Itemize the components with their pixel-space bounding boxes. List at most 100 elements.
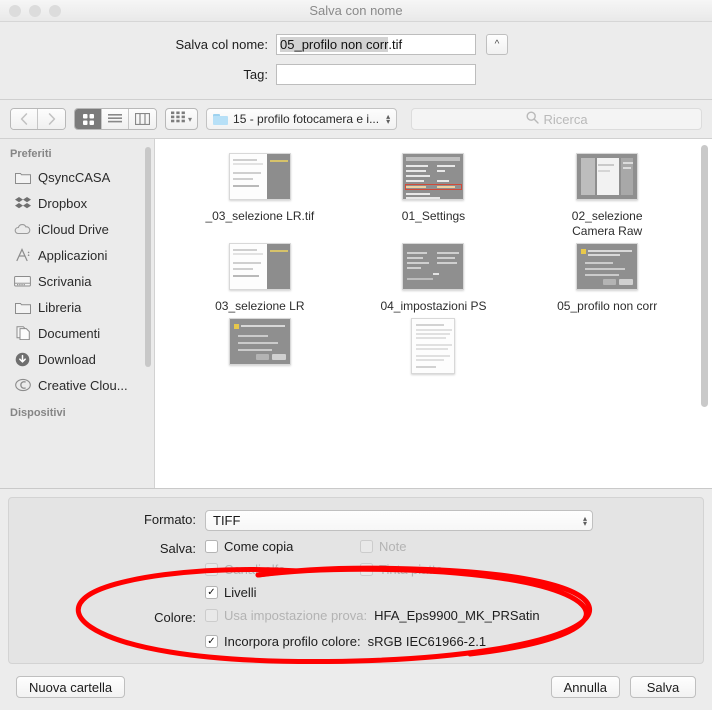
filename-input[interactable]: 05_profilo non corr .tif	[276, 34, 476, 55]
file-item[interactable]: 05_profilo non corr	[520, 243, 694, 314]
sidebar-item-label: Documenti	[38, 325, 101, 341]
embed-profile-line: ✓ Incorpora profilo colore: sRGB IEC6196…	[205, 634, 540, 649]
folder-icon	[14, 299, 31, 315]
proof-profile-value: HFA_Eps9900_MK_PRSatin	[374, 608, 540, 623]
filename-label: Salva col nome:	[175, 37, 269, 52]
save-as-dialog: Salva con nome Salva col nome: 05_profil…	[0, 0, 712, 710]
arrange-by-icon	[171, 110, 185, 128]
file-thumbnail	[402, 153, 465, 200]
file-item[interactable]: _03_selezione LR.tif	[173, 153, 347, 239]
proof-setting-line: Usa impostazione prova: HFA_Eps9900_MK_P…	[205, 608, 540, 623]
save-checkbox-group: Come copia Note Canali alfa Tinta piatta	[205, 539, 515, 600]
file-item[interactable]: 04_impostazioni PS	[347, 243, 521, 314]
chevron-left-icon[interactable]	[11, 109, 38, 129]
applications-icon	[14, 247, 31, 263]
navigation-buttons	[10, 108, 66, 130]
sidebar-item-scrivania[interactable]: Scrivania	[0, 268, 154, 294]
sidebar-item-dropbox[interactable]: Dropbox	[0, 190, 154, 216]
filename-selected-text: 05_profilo non corr	[280, 37, 389, 52]
checkbox-tinta-piatta: Tinta piatta	[360, 562, 515, 577]
format-select[interactable]: TIFF ▴ ▾	[205, 510, 593, 531]
checkbox-label: Canali alfa	[224, 562, 286, 577]
icon-view-icon[interactable]	[75, 109, 102, 129]
checkbox-livelli[interactable]: ✓ Livelli	[205, 585, 360, 600]
format-label: Formato:	[143, 512, 196, 527]
name-fields-area: Salva col nome: 05_profilo non corr .tif …	[0, 22, 712, 100]
file-label: 03_selezione LR	[215, 299, 305, 313]
checkbox-canali-alfa: Canali alfa	[205, 562, 360, 577]
checkbox-label: Note	[379, 539, 407, 554]
file-item[interactable]: 01_Settings	[347, 153, 521, 239]
file-item[interactable]: 02_selezione Camera Raw	[520, 153, 694, 239]
file-thumbnail	[228, 243, 291, 290]
sidebar-item-download[interactable]: Download	[0, 346, 154, 372]
documents-icon	[14, 325, 31, 341]
sidebar-item-label: QsyncCASA	[38, 169, 111, 185]
checkbox-line: ✓ Livelli	[205, 585, 515, 600]
sidebar-item-icloud-drive[interactable]: iCloud Drive	[0, 216, 154, 242]
file-label: 04_impostazioni PS	[380, 299, 487, 313]
sidebar-section-dispositivi: Dispositivi	[10, 407, 66, 419]
sidebar-item-label: iCloud Drive	[38, 221, 109, 237]
filename-extension: .tif	[388, 37, 403, 52]
tag-row: Tag:	[0, 64, 712, 85]
file-item[interactable]: 03_selezione LR	[173, 243, 347, 314]
file-area-scrollbar[interactable]	[701, 145, 708, 407]
sidebar-section-preferiti: Preferiti	[10, 148, 52, 160]
dropbox-icon	[14, 195, 31, 211]
tag-input[interactable]	[276, 64, 476, 85]
path-popup-label: 15 - profilo fotocamera e i...	[233, 112, 380, 126]
chevron-down-icon: ▾	[188, 114, 193, 124]
color-row: Colore: Usa impostazione prova: HFA_Eps9…	[9, 608, 703, 649]
checkbox-box	[205, 609, 218, 622]
download-icon	[14, 351, 31, 367]
checkbox-box	[360, 563, 373, 576]
checkbox-line: Come copia Note	[205, 539, 515, 554]
new-folder-button[interactable]: Nuova cartella	[16, 676, 126, 698]
sidebar-item-libreria[interactable]: Libreria	[0, 294, 154, 320]
file-item[interactable]	[173, 318, 347, 383]
sidebar-item-label: Dropbox	[38, 195, 88, 211]
folder-icon	[14, 169, 31, 185]
save-button[interactable]: Salva	[630, 676, 696, 698]
chevron-right-icon[interactable]	[38, 109, 65, 129]
file-label: 05_profilo non corr	[557, 299, 658, 313]
checkbox-label: Livelli	[224, 585, 257, 600]
file-label-text: 02_selezione Camera Raw	[571, 209, 643, 238]
format-row: Formato: TIFF ▴ ▾	[9, 510, 703, 531]
sidebar-item-qsynccasa[interactable]: QsyncCASA	[0, 164, 154, 190]
file-label: 01_Settings	[401, 209, 466, 223]
file-item[interactable]	[347, 318, 521, 383]
list-view-icon[interactable]	[102, 109, 129, 129]
checkbox-box	[205, 563, 218, 576]
file-thumbnail	[402, 243, 465, 290]
file-grid-area: _03_selezione LR.tif 01_Settings 02_sele…	[155, 139, 712, 488]
checkbox-label: Incorpora profilo colore:	[224, 634, 361, 649]
checkbox-come-copia[interactable]: Come copia	[205, 539, 360, 554]
sidebar-item-label: Applicazioni	[38, 247, 108, 263]
sidebar-item-label: Libreria	[38, 299, 82, 315]
column-view-icon[interactable]	[129, 109, 156, 129]
checkbox-line: Canali alfa Tinta piatta	[205, 562, 515, 577]
save-label: Salva:	[159, 541, 196, 556]
sidebar-item-documenti[interactable]: Documenti	[0, 320, 154, 346]
format-value: TIFF	[213, 513, 241, 528]
up-down-chevron-icon: ▴ ▾	[582, 513, 587, 528]
tag-label: Tag:	[243, 67, 268, 82]
chevron-up-icon[interactable]: ^	[486, 34, 508, 55]
sidebar-item-applicazioni[interactable]: Applicazioni	[0, 242, 154, 268]
search-icon	[526, 111, 539, 127]
arrange-by-button[interactable]: ▾	[165, 108, 199, 130]
search-input[interactable]: Ricerca	[411, 108, 702, 130]
checkbox-incorpora-profilo-colore[interactable]: ✓ Incorpora profilo colore:	[205, 634, 361, 649]
filename-row: Salva col nome: 05_profilo non corr .tif …	[0, 34, 712, 55]
path-popup-button[interactable]: 15 - profilo fotocamera e i... ▴ ▾	[206, 108, 398, 130]
cancel-button[interactable]: Annulla	[550, 676, 620, 698]
browser-toolbar: ▾ 15 - profilo fotocamera e i... ▴ ▾ Rice…	[0, 100, 712, 138]
save-options-row: Salva: Come copia Note Canali alfa Tinta…	[9, 539, 703, 600]
sidebar-scrollbar[interactable]	[145, 147, 151, 367]
file-thumbnail	[576, 153, 639, 200]
sidebar-item-creative-cloud[interactable]: Creative Clou...	[0, 372, 154, 398]
file-thumbnail	[228, 153, 291, 200]
checkbox-box	[360, 540, 373, 553]
